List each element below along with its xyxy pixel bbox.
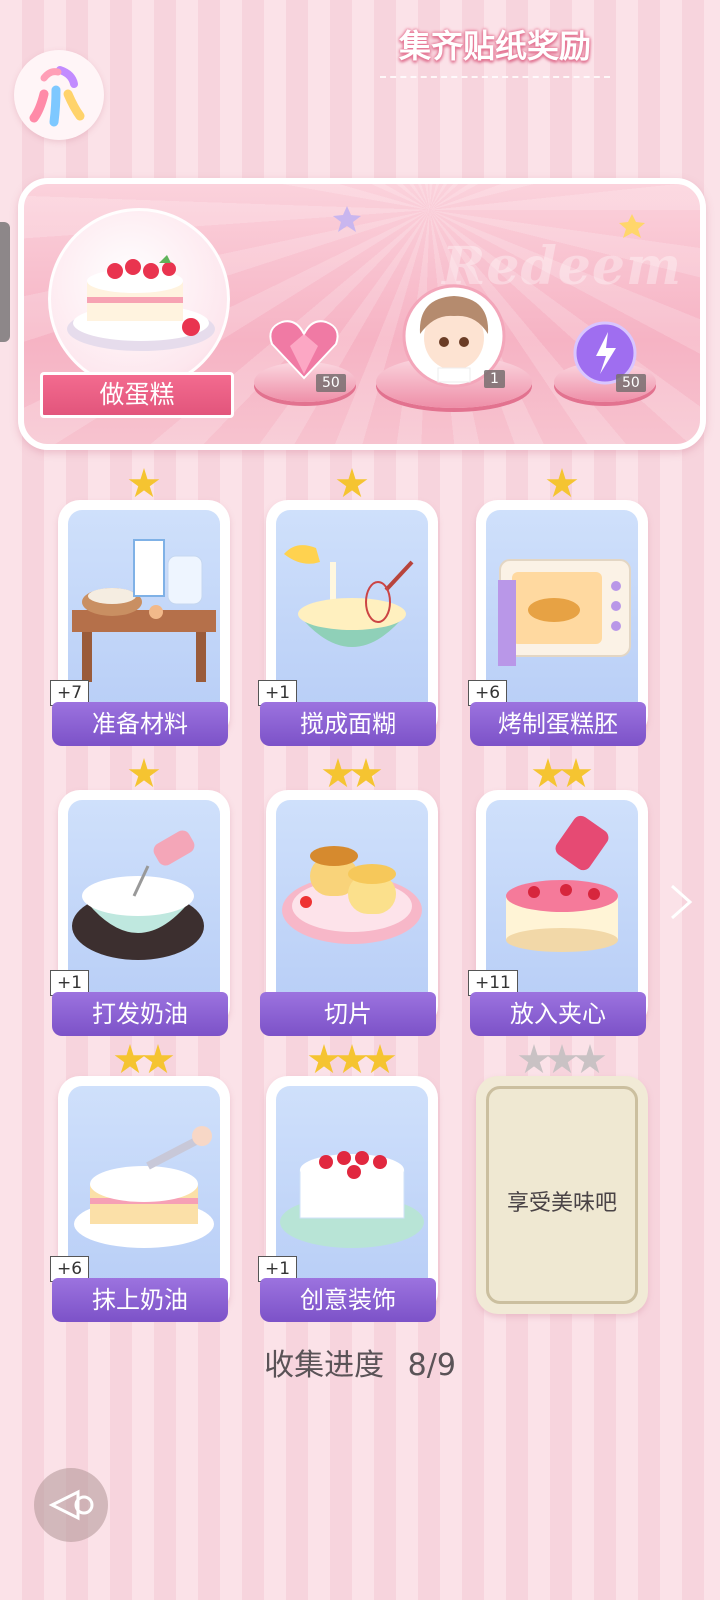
star-rating [476,758,648,792]
whipping-cream-icon [72,830,204,960]
sponge-slices-icon [282,846,422,944]
star-rating [266,758,438,792]
side-drawer-handle[interactable] [0,222,10,342]
star-icon [364,1044,396,1074]
star-icon [142,1044,174,1074]
star-icon [308,1044,340,1074]
cake-name-label: 做蛋糕 [40,372,234,418]
step-label: 抹上奶油 [52,1278,228,1322]
step-card[interactable]: +6 烤制蛋糕胚 [468,468,648,746]
step-label: 切片 [260,992,436,1036]
star-rating [58,758,230,792]
step-label: 烤制蛋糕胚 [470,702,646,746]
chevron-right-icon[interactable] [668,882,694,922]
star-icon [546,468,578,498]
star-icon [322,758,354,788]
reward-count: 50 [616,374,646,392]
star-rating [266,468,438,502]
banner-title: 集齐贴纸奖励 [398,27,591,65]
star-rating [476,1044,648,1078]
pink-heart-gem-icon[interactable] [266,316,342,382]
star-icon [128,468,160,498]
step-label: 准备材料 [52,702,228,746]
cake-medallion [48,208,230,390]
step-card[interactable]: +1 搅成面糊 [258,468,438,746]
star-icon [350,758,382,788]
step-card[interactable]: 切片 [260,758,438,1036]
app-logo-icon[interactable] [14,50,104,140]
step-card[interactable]: +1 创意装饰 [258,1044,438,1322]
collection-progress: 收集进度 8/9 [0,1340,720,1384]
star-rating [58,468,230,502]
star-icon [560,758,592,788]
empty-star-icon [546,1044,578,1074]
strawberry-cake-icon [67,255,215,351]
spread-cream-icon [74,1126,214,1248]
star-icon [532,758,564,788]
star-rating [266,1044,438,1078]
step-label: 创意装饰 [260,1278,436,1322]
progress-label: 收集进度 [264,1348,385,1383]
step-label: 放入夹心 [470,992,646,1036]
locked-step-card[interactable]: 享受美味吧 [476,1044,648,1314]
star-icon [114,1044,146,1074]
mixing-bowl-icon [284,545,414,647]
lilac-star-icon [333,206,361,232]
step-card[interactable]: +7 准备材料 [50,468,230,746]
oven-icon [498,559,631,666]
decorated-cake-icon [280,1151,424,1248]
empty-star-icon [518,1044,550,1074]
back-arrow-icon [48,1489,94,1521]
progress-value: 8/9 [407,1348,456,1383]
locked-step-label: 享受美味吧 [506,1191,617,1216]
step-card[interactable]: +1 打发奶油 [50,758,230,1036]
reward-count: 50 [316,374,346,392]
ingredients-table-icon [72,539,216,682]
yellow-star-icon [619,214,645,238]
step-card[interactable]: +6 抹上奶油 [50,1044,230,1322]
star-icon [128,758,160,788]
step-card[interactable]: +11 放入夹心 [468,758,648,1036]
star-icon [336,468,368,498]
step-label: 打发奶油 [52,992,228,1036]
title-divider [380,76,610,78]
back-button[interactable] [34,1468,108,1542]
step-label: 搅成面糊 [260,702,436,746]
reward-count: 1 [484,370,505,388]
star-rating [58,1044,230,1078]
star-rating [476,468,648,502]
star-icon [336,1044,368,1074]
empty-star-icon [574,1044,606,1074]
